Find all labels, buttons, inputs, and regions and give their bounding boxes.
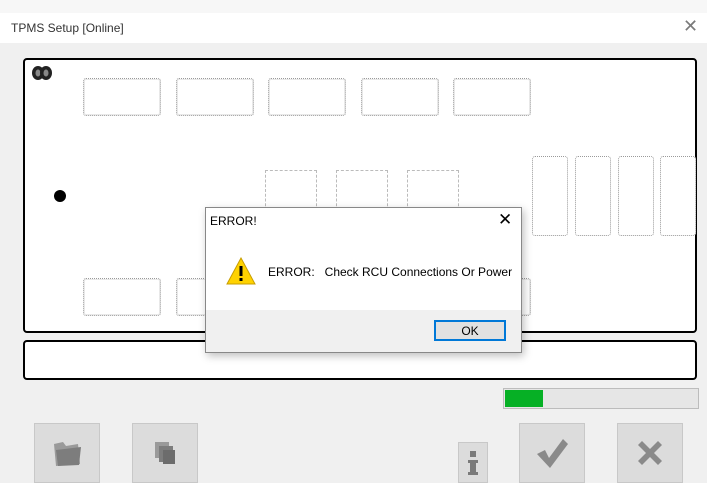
info-icon xyxy=(468,450,478,475)
sensor-slot[interactable] xyxy=(268,78,346,116)
sensor-slot-vertical[interactable] xyxy=(575,156,611,236)
open-folder-button[interactable] xyxy=(34,423,100,483)
close-icon[interactable]: ✕ xyxy=(683,16,698,37)
sensor-slot[interactable] xyxy=(453,78,531,116)
title-bar: TPMS Setup [Online] ✕ xyxy=(0,13,707,43)
progress-bar xyxy=(503,388,699,409)
error-dialog: ERROR! ✕ ERROR: Check RCU Connections Or… xyxy=(205,207,522,353)
accept-button[interactable] xyxy=(519,423,585,483)
info-button[interactable] xyxy=(458,442,488,483)
sensor-slot[interactable] xyxy=(83,78,161,116)
ok-button[interactable]: OK xyxy=(434,320,506,341)
axle-placeholder xyxy=(265,170,317,211)
sensor-slot[interactable] xyxy=(83,278,161,316)
axle-placeholder xyxy=(407,170,459,211)
axle-placeholder xyxy=(336,170,388,211)
cancel-button[interactable] xyxy=(617,423,683,483)
status-dot xyxy=(54,190,66,202)
window-title: TPMS Setup [Online] xyxy=(11,21,124,35)
sensor-slot[interactable] xyxy=(176,78,254,116)
dialog-body: ERROR: Check RCU Connections Or Power xyxy=(206,238,521,310)
background-window-strip xyxy=(0,0,707,14)
sensor-slot-vertical[interactable] xyxy=(660,156,696,236)
copy-button[interactable] xyxy=(132,423,198,483)
warning-icon xyxy=(226,257,256,285)
tire-icon xyxy=(32,66,52,80)
dialog-title: ERROR! xyxy=(210,214,257,228)
checkmark-icon xyxy=(537,439,568,468)
folder-icon xyxy=(54,442,81,466)
dialog-message: ERROR: Check RCU Connections Or Power xyxy=(268,265,513,279)
close-icon[interactable]: ✕ xyxy=(498,210,512,230)
copy-icon xyxy=(155,442,175,464)
sensor-slot-vertical[interactable] xyxy=(618,156,654,236)
progress-fill xyxy=(505,390,543,407)
sensor-slot-vertical[interactable] xyxy=(532,156,568,236)
x-icon xyxy=(638,441,662,465)
dialog-footer: OK xyxy=(206,310,521,352)
sensor-slot[interactable] xyxy=(361,78,439,116)
